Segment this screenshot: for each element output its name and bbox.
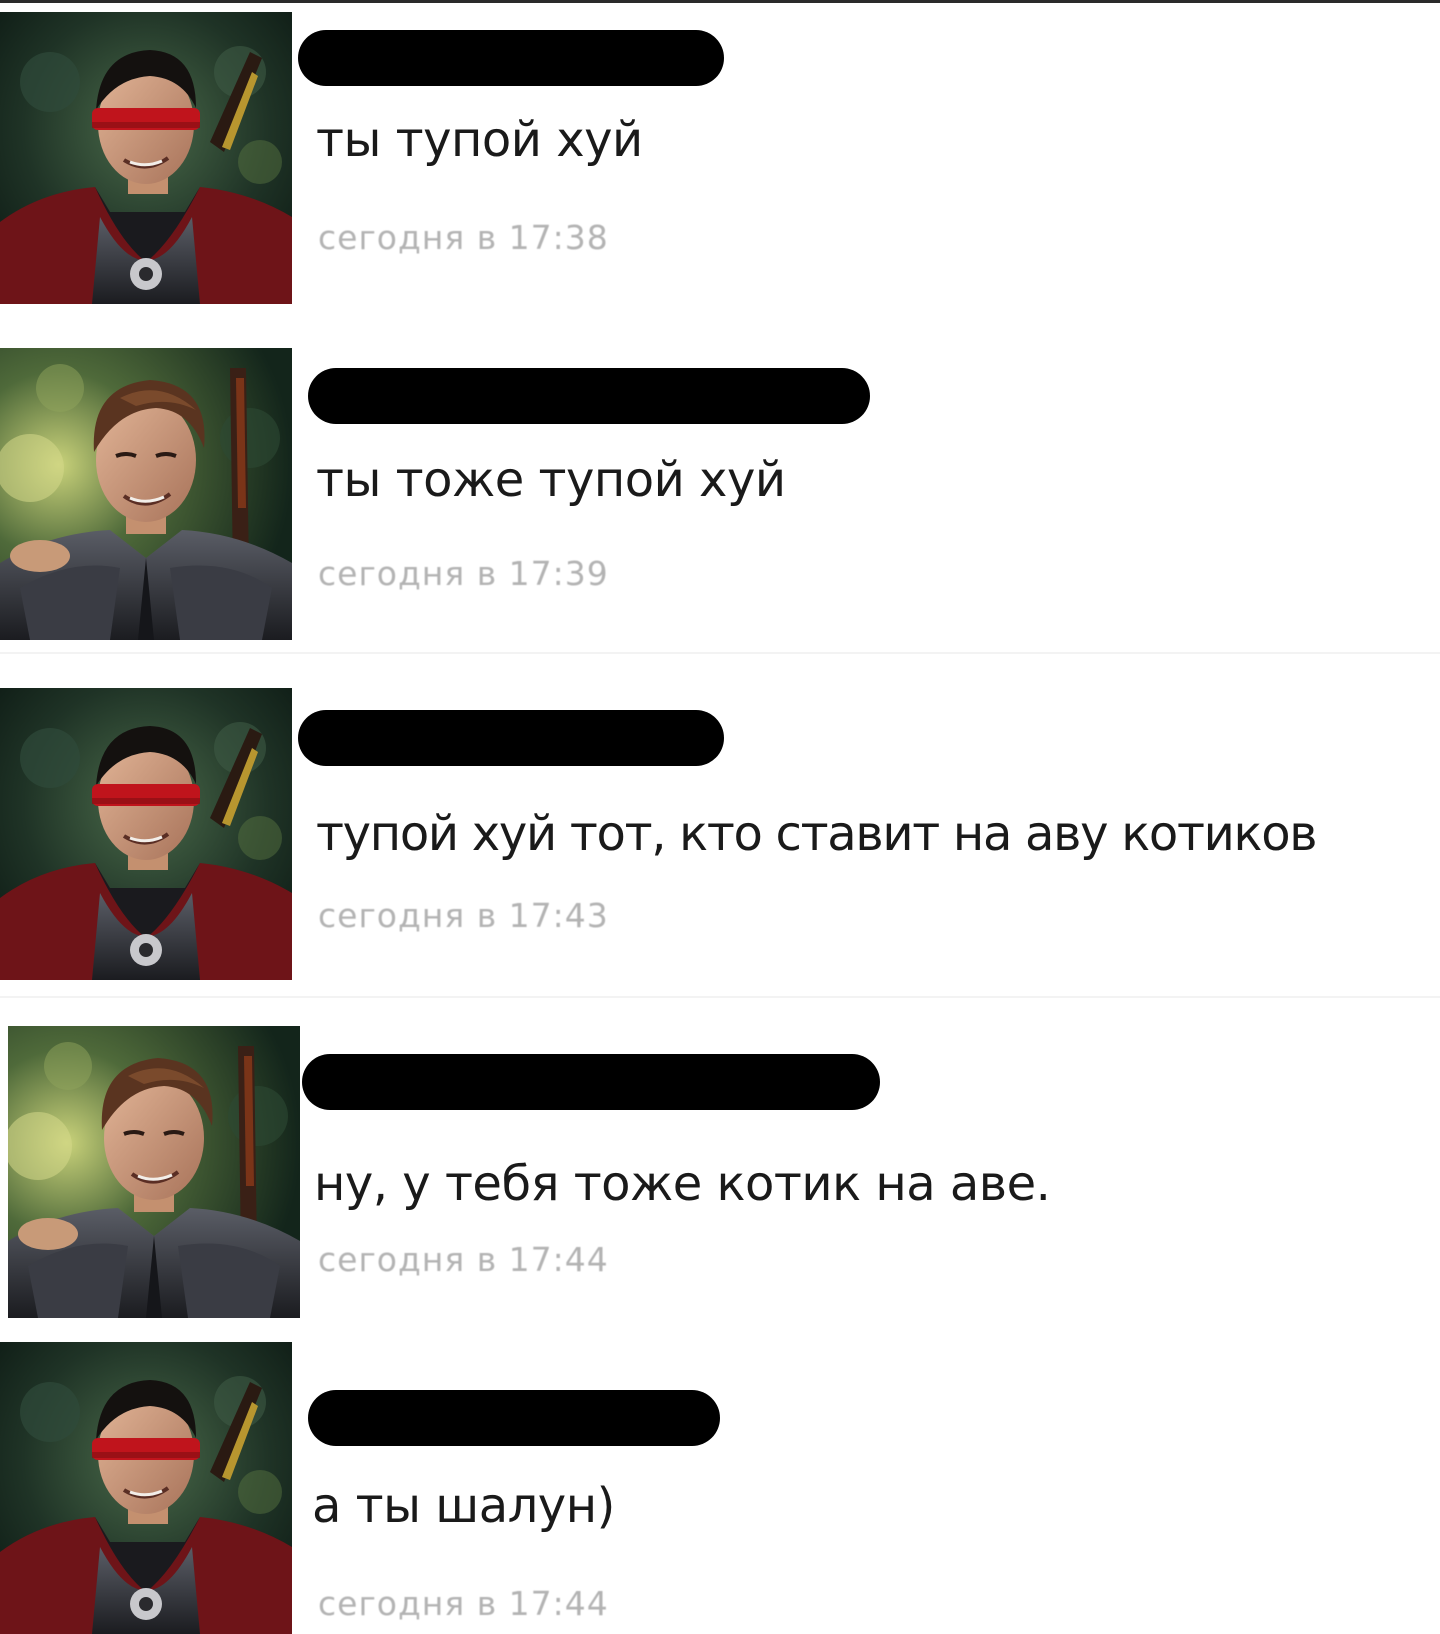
avatar[interactable] bbox=[0, 348, 292, 640]
message-text: ты тупой хуй bbox=[316, 112, 643, 168]
message-item: а ты шалун) сегодня в 17:44 bbox=[0, 1340, 1440, 1623]
message-divider bbox=[0, 996, 1440, 998]
message-timestamp: сегодня в 17:44 bbox=[318, 1584, 609, 1623]
message-item: ты тупой хуй сегодня в 17:38 bbox=[0, 0, 1440, 320]
sender-name-redacted bbox=[298, 710, 724, 766]
avatar[interactable] bbox=[0, 1342, 292, 1634]
sender-name-redacted bbox=[302, 1054, 880, 1110]
sender-name-redacted bbox=[298, 30, 724, 86]
avatar[interactable] bbox=[8, 1026, 300, 1318]
message-divider bbox=[0, 652, 1440, 654]
message-text: тупой хуй тот, кто ставит на аву котиков bbox=[316, 806, 1318, 862]
message-text: а ты шалун) bbox=[312, 1478, 615, 1534]
message-timestamp: сегодня в 17:44 bbox=[318, 1240, 609, 1279]
sender-name-redacted bbox=[308, 1390, 720, 1446]
message-timestamp: сегодня в 17:38 bbox=[318, 218, 609, 257]
avatar[interactable] bbox=[0, 12, 292, 304]
chat-log: ты тупой хуй сегодня в 17:38 ты тоже туп… bbox=[0, 0, 1440, 1623]
message-text: ну, у тебя тоже котик на аве. bbox=[314, 1156, 1051, 1212]
message-item: ты тоже тупой хуй сегодня в 17:39 bbox=[0, 340, 1440, 660]
message-timestamp: сегодня в 17:39 bbox=[318, 554, 609, 593]
message-item: тупой хуй тот, кто ставит на аву котиков… bbox=[0, 680, 1440, 1000]
message-timestamp: сегодня в 17:43 bbox=[318, 896, 609, 935]
message-text: ты тоже тупой хуй bbox=[316, 452, 786, 508]
avatar[interactable] bbox=[0, 688, 292, 980]
sender-name-redacted bbox=[308, 368, 870, 424]
message-item: ну, у тебя тоже котик на аве. сегодня в … bbox=[0, 1020, 1440, 1340]
